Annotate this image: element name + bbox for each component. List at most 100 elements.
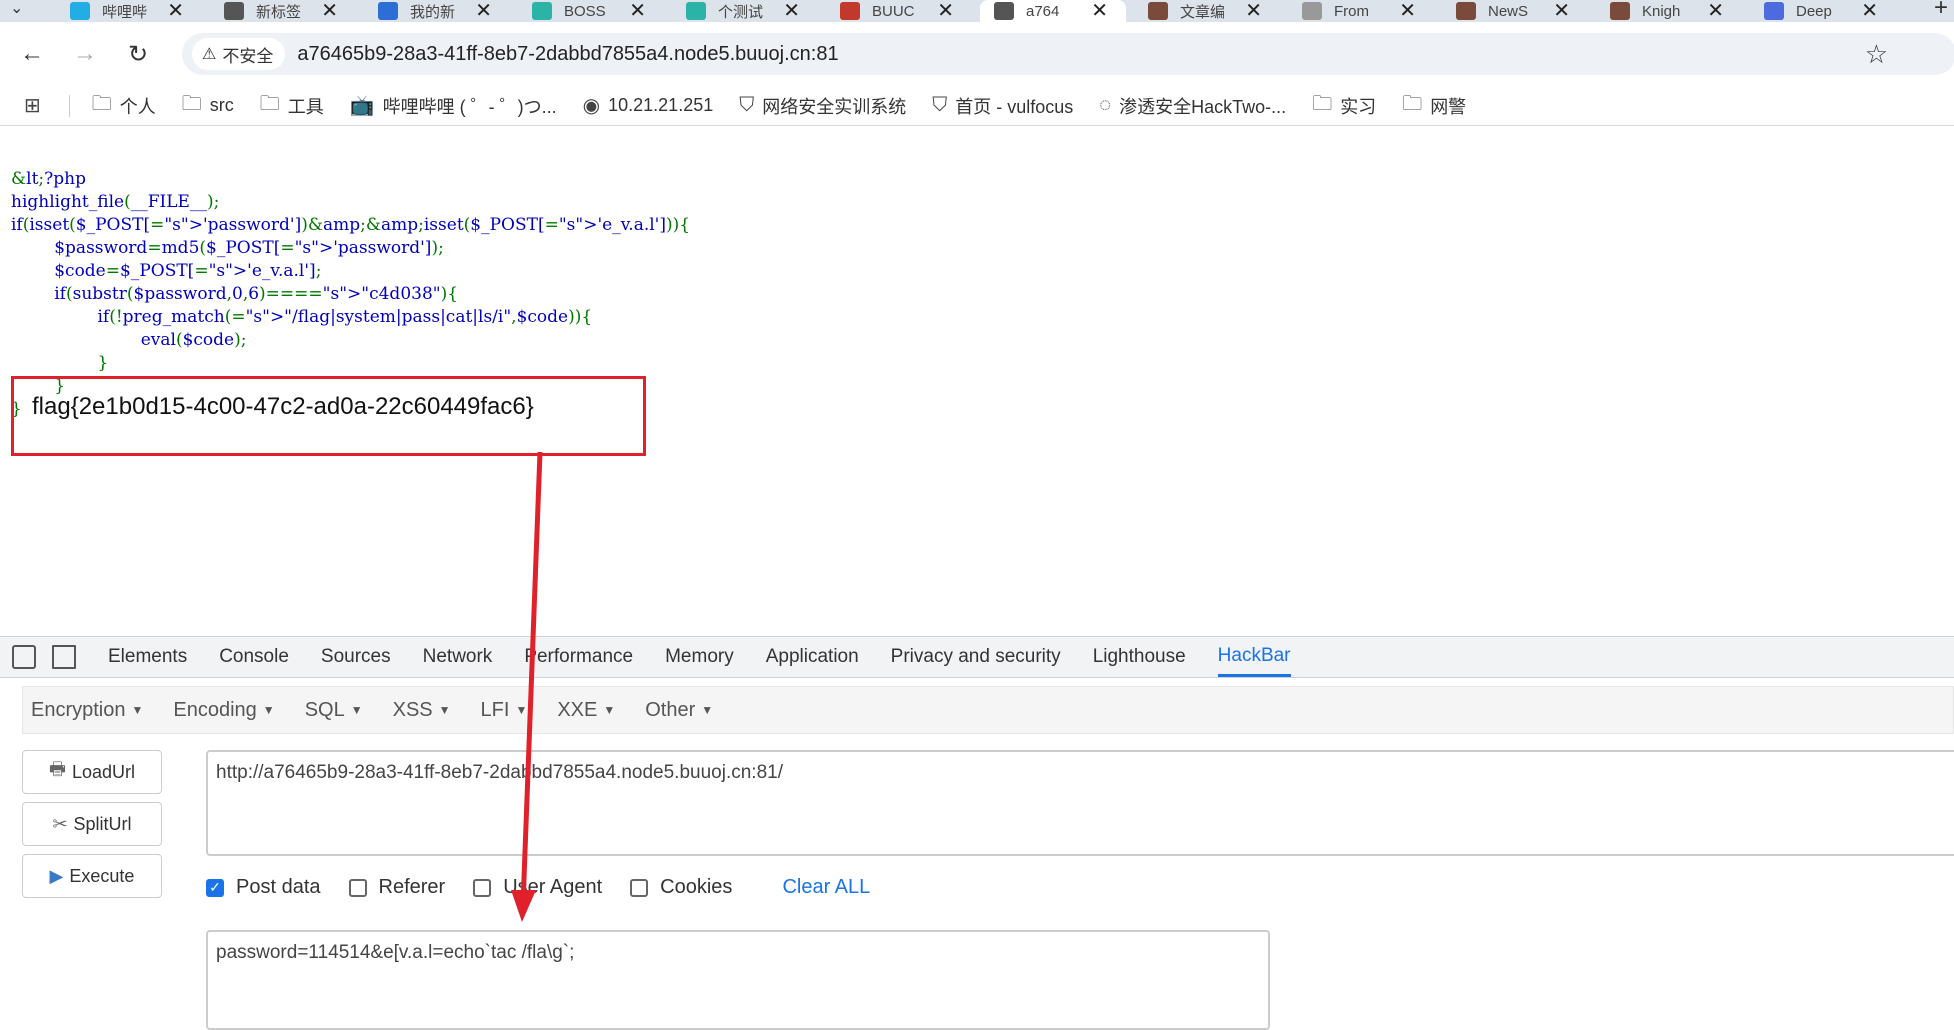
code-line: $password=md5($_POST[="s">'password']); (11, 238, 444, 258)
browser-tab[interactable]: 我的新 ✕ (364, 0, 510, 22)
option-checkbox[interactable]: Cookies (630, 876, 732, 899)
url-text[interactable]: a76465b9-28a3-41ff-8eb7-2dabbd7855a4.nod… (297, 43, 838, 66)
bookmarks-divider (68, 94, 70, 117)
reload-button[interactable]: ↻ (120, 36, 156, 72)
devtools-tab[interactable]: Application (766, 637, 859, 677)
devtools-tab[interactable]: Elements (108, 637, 187, 677)
code-line: eval($code); (11, 330, 247, 350)
device-toolbar-icon[interactable] (52, 645, 76, 669)
tab-label: Deep (1796, 2, 1832, 20)
bookmark-item[interactable]: 🗀 工具 (260, 89, 324, 123)
hackbar-menu[interactable]: SQL ▼ (305, 699, 363, 722)
close-tab-icon[interactable]: ✕ (1861, 0, 1878, 23)
browser-tab[interactable]: 文章编 ✕ (1134, 0, 1280, 22)
hackbar-menu[interactable]: LFI ▼ (481, 699, 528, 722)
menu-label: SQL (304, 698, 345, 721)
spliturl-button[interactable]: ✂ SplitUrl (22, 802, 162, 846)
url-textarea[interactable]: http://a76465b9-28a3-41ff-8eb7-2dabbd785… (206, 750, 1954, 856)
bookmark-item[interactable]: 📺 哔哩哔哩 ( ゜- ゜)つ... (350, 93, 557, 119)
close-tab-icon[interactable]: ✕ (1091, 0, 1108, 23)
browser-tab[interactable]: a764 ✕ (980, 0, 1126, 22)
devtools-tab[interactable]: HackBar (1217, 637, 1291, 677)
bookmark-label: 个人 (119, 96, 156, 117)
devtools-tab[interactable]: Memory (665, 637, 734, 677)
new-tab-button[interactable]: + (1934, 0, 1948, 22)
devtools-tab[interactable]: Sources (321, 637, 391, 677)
checkbox-icon[interactable] (630, 878, 649, 897)
loadurl-button[interactable]: 🖶 LoadUrl (22, 750, 162, 794)
devtools-tab[interactable]: Privacy and security (891, 637, 1061, 677)
clear-all-link[interactable]: Clear ALL (782, 876, 870, 899)
bookmark-star-icon[interactable]: ☆ (1865, 39, 1888, 70)
bookmark-item[interactable]: 🗀 个人 (92, 89, 156, 123)
tab-favicon-icon (224, 2, 244, 20)
devtools-tab[interactable]: Console (219, 637, 289, 677)
bookmark-item[interactable]: ◉ 10.21.21.251 (583, 93, 714, 118)
option-checkbox[interactable]: Referer (348, 876, 445, 899)
hackbar-menu[interactable]: XXE ▼ (557, 699, 615, 722)
hackbar-menu[interactable]: XSS ▼ (393, 699, 451, 722)
close-tab-icon[interactable]: ✕ (167, 0, 184, 23)
close-tab-icon[interactable]: ✕ (1707, 0, 1724, 23)
tab-strip: ⌄ 哔哩哔 ✕ 新标签 ✕ 我的新 ✕ BOSS ✕ 个测试 ✕ BUUC ✕ a764 ✕ 文章编 ✕ Fro… (0, 0, 1954, 22)
browser-tab[interactable]: Deep ✕ (1750, 0, 1896, 22)
close-tab-icon[interactable]: ✕ (321, 0, 338, 23)
tab-label: 个测试 (718, 3, 764, 21)
tab-favicon-icon (1148, 2, 1168, 20)
menu-label: Encoding (173, 698, 257, 721)
bookmark-label: 10.21.21.251 (608, 95, 714, 115)
option-checkbox[interactable]: ✓ Post data (206, 876, 321, 899)
close-tab-icon[interactable]: ✕ (1399, 0, 1416, 23)
caret-down-icon: ▼ (350, 703, 363, 718)
devtools-tab[interactable]: Lighthouse (1093, 637, 1186, 677)
post-data-textarea[interactable]: password=114514&e[v.a.l=echo`tac /fla\g`… (206, 930, 1270, 1030)
browser-tab[interactable]: 哔哩哔 ✕ (56, 0, 202, 22)
shield-icon: ⛉ (739, 94, 755, 116)
checkbox-icon[interactable] (473, 878, 492, 897)
hackbar-menu[interactable]: Encryption ▼ (31, 699, 143, 722)
back-button[interactable]: ← (14, 36, 50, 72)
hackbar-menu[interactable]: Other ▼ (645, 699, 713, 722)
close-tab-icon[interactable]: ✕ (783, 0, 800, 23)
close-tab-icon[interactable]: ✕ (1553, 0, 1570, 23)
bookmark-item[interactable]: ⛉ 首页 - vulfocus (932, 93, 1073, 119)
close-tab-icon[interactable]: ✕ (937, 0, 954, 23)
browser-tab[interactable]: 个测试 ✕ (672, 0, 818, 22)
bookmark-label: 渗透安全HackTwo-... (1119, 96, 1287, 117)
security-chip[interactable]: ⚠ 不安全 (192, 38, 286, 70)
browser-tab[interactable]: BUUC ✕ (826, 0, 972, 22)
devtools-tab[interactable]: Performance (524, 637, 633, 677)
bookmark-item[interactable]: ◌ 渗透安全HackTwo-... (1099, 93, 1286, 119)
bookmark-item[interactable]: ⛉ 网络安全实训系统 (739, 93, 906, 119)
browser-tab[interactable]: 新标签 ✕ (210, 0, 356, 22)
bookmark-item[interactable]: 🗀 src (182, 89, 234, 123)
browser-tab[interactable]: Knigh ✕ (1596, 0, 1742, 22)
option-checkbox[interactable]: User Agent (473, 876, 602, 899)
apps-icon[interactable]: ⊞ (24, 93, 49, 118)
devtools-tab[interactable]: Network (423, 637, 493, 677)
flag-output: flag{2e1b0d15-4c00-47c2-ad0a-22c60449fac… (32, 393, 534, 420)
close-tab-icon[interactable]: ✕ (629, 0, 646, 23)
address-bar[interactable]: ⚠ 不安全 a76465b9-28a3-41ff-8eb7-2dabbd7855… (182, 33, 1954, 75)
tab-favicon-icon (1610, 2, 1630, 20)
checkbox-icon[interactable]: ✓ (206, 878, 224, 897)
browser-tab[interactable]: NewS ✕ (1442, 0, 1588, 22)
bookmark-label: 实习 (1340, 96, 1377, 117)
inspect-element-icon[interactable] (12, 645, 36, 669)
tab-label: From (1334, 2, 1369, 20)
hackbar-menu[interactable]: Encoding ▼ (173, 699, 274, 722)
scissors-icon: ✂ (52, 813, 68, 834)
bookmark-item[interactable]: 🗀 网警 (1402, 89, 1466, 123)
load-icon: 🖶 (48, 759, 66, 779)
code-line: } (97, 353, 109, 373)
browser-tab[interactable]: BOSS ✕ (518, 0, 664, 22)
checkbox-icon[interactable] (348, 878, 367, 897)
close-tab-icon[interactable]: ✕ (475, 0, 492, 23)
bookmark-item[interactable]: 🗀 实习 (1312, 89, 1376, 123)
execute-button[interactable]: ▶ Execute (22, 854, 162, 898)
close-tab-icon[interactable]: ✕ (1245, 0, 1262, 23)
forward-button[interactable]: → (67, 36, 103, 72)
menu-label: LFI (480, 698, 510, 721)
browser-tab[interactable]: From ✕ (1288, 0, 1434, 22)
tab-search-icon[interactable]: ⌄ (10, 0, 23, 18)
